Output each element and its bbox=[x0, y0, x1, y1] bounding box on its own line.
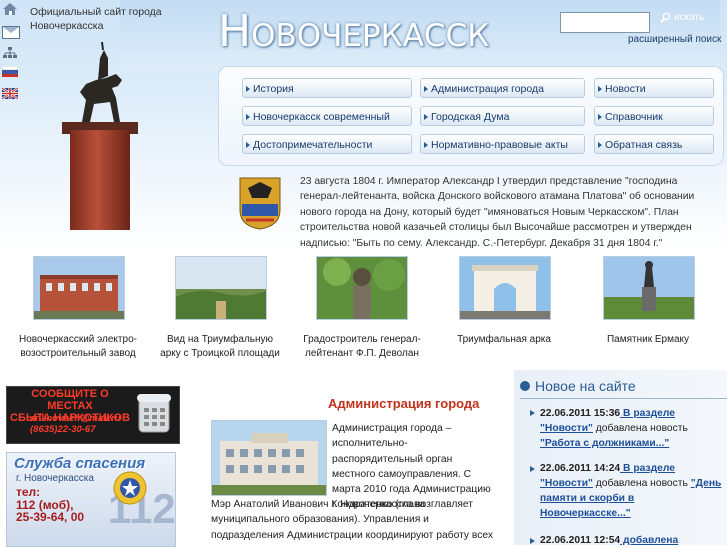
site-subtitle-line2: Новочеркасска bbox=[30, 20, 104, 32]
advanced-search-link[interactable]: расширенный поиск bbox=[628, 34, 721, 45]
nav-feedback[interactable]: Обратная связь bbox=[594, 134, 714, 154]
whats-new-title-text: Новое на сайте bbox=[535, 378, 636, 394]
search-button[interactable]: искать bbox=[660, 12, 704, 23]
nav-modern-city[interactable]: Новочеркасск современный bbox=[242, 106, 412, 126]
news-date: 22.06.2011 14:24 bbox=[540, 463, 621, 474]
nav-city-duma[interactable]: Городская Дума bbox=[420, 106, 585, 126]
caption-line: Памятник Ермаку bbox=[606, 334, 690, 345]
caption-line: Вид на Триумфальную bbox=[166, 334, 274, 345]
caption-line: возостроительный завод bbox=[20, 348, 136, 359]
arrow-icon bbox=[530, 538, 535, 544]
photo-triumphal-arch-view[interactable] bbox=[175, 256, 267, 320]
rescue-emblem-icon bbox=[113, 471, 147, 505]
coat-of-arms-icon bbox=[239, 177, 281, 230]
admin-description-cont: Мэр Анатолий Иванович Кондратенко (глава… bbox=[211, 499, 494, 541]
rescue-phone2: 25-39-64, 00 bbox=[16, 510, 85, 524]
news-date: 22.06.2011 12:54 bbox=[540, 535, 621, 546]
rescue-city: г. Новочеркасска bbox=[16, 473, 94, 484]
caption-line: Новочеркасский электро- bbox=[19, 334, 137, 345]
rescue-title: Служба спасения bbox=[14, 455, 146, 472]
news-headline-link[interactable]: "Работа с должниками..." bbox=[540, 438, 669, 449]
drug-banner-contacts: anknovoch@mail.ru (8635)22-30-67 bbox=[30, 413, 121, 435]
search-icon bbox=[660, 12, 671, 23]
admin-section-title[interactable]: Администрация города bbox=[328, 396, 479, 411]
nav-history[interactable]: История bbox=[242, 78, 412, 98]
admin-building-photo[interactable] bbox=[211, 420, 327, 496]
mail-icon[interactable] bbox=[2, 26, 20, 39]
flag-uk-icon[interactable] bbox=[2, 88, 18, 99]
sitemap-icon[interactable] bbox=[2, 46, 18, 60]
rescue-phones: тел: 112 (моб), 25-39-64, 00 bbox=[16, 486, 84, 524]
nav-directory[interactable]: Справочник bbox=[594, 106, 714, 126]
bullet-icon bbox=[520, 381, 530, 391]
caption-line: арку с Троицкой площади bbox=[160, 348, 280, 359]
nav-administration[interactable]: Администрация города bbox=[420, 78, 585, 98]
news-item: 22.06.2011 14:24 В разделе "Новости" доб… bbox=[540, 461, 725, 521]
caption-arch-view[interactable]: Вид на Триумфальную арку с Троицкой площ… bbox=[156, 333, 284, 361]
news-date: 22.06.2011 15:36 bbox=[540, 408, 621, 419]
caption-line: лейтенант Ф.П. Деволан bbox=[305, 348, 419, 359]
news-link-section[interactable]: В разделе bbox=[620, 463, 675, 474]
news-section[interactable]: "Новости" bbox=[540, 423, 593, 434]
arrow-icon bbox=[530, 466, 535, 472]
caption-line: Триумфальная арка bbox=[457, 334, 551, 345]
nav-sights[interactable]: Достопримечательности bbox=[242, 134, 412, 154]
news-mid: добавлена новость bbox=[592, 478, 691, 489]
search-input[interactable] bbox=[560, 12, 650, 33]
drug-banner-line1: СООБЩИТЕ О МЕСТАХ bbox=[31, 388, 109, 412]
news-item: 22.06.2011 12:54 добавлена bbox=[540, 533, 725, 548]
arrow-icon bbox=[530, 410, 535, 416]
monument-pedestal bbox=[70, 130, 130, 230]
whats-new-title: Новое на сайте bbox=[520, 378, 636, 394]
caption-triumphal-arch[interactable]: Триумфальная арка bbox=[440, 333, 568, 347]
platov-monument-image bbox=[80, 41, 122, 122]
photo-devolan-monument[interactable] bbox=[316, 256, 408, 320]
drug-banner-email: anknovoch@mail.ru bbox=[30, 413, 121, 424]
caption-devolan[interactable]: Градостроитель генерал- лейтенант Ф.П. Д… bbox=[298, 333, 426, 361]
site-logo[interactable]: Новочеркасск bbox=[218, 6, 489, 57]
news-item: 22.06.2011 15:36 В разделе "Новости" доб… bbox=[540, 406, 725, 451]
site-subtitle-line1: Официальный сайт города bbox=[30, 6, 162, 18]
city-history-intro: 23 августа 1804 г. Император Александр I… bbox=[300, 176, 695, 249]
home-icon[interactable] bbox=[2, 2, 18, 16]
nav-legal-acts[interactable]: Нормативно-правовые акты bbox=[420, 134, 585, 154]
drug-banner-phone: (8635)22-30-67 bbox=[30, 424, 96, 435]
photo-electric-locomotive-plant[interactable] bbox=[33, 256, 125, 320]
news-mid: добавлена новость bbox=[592, 423, 688, 434]
site-subtitle: Официальный сайт города Новочеркасска bbox=[30, 5, 162, 33]
divider bbox=[520, 398, 727, 399]
caption-yermak[interactable]: Памятник Ермаку bbox=[584, 333, 712, 347]
search-button-label: искать bbox=[674, 12, 705, 23]
caption-electric-plant[interactable]: Новочеркасский электро- возостроительный… bbox=[14, 333, 142, 361]
news-link-section[interactable]: добавлена bbox=[620, 535, 678, 546]
photo-yermak-monument[interactable] bbox=[603, 256, 695, 320]
photo-triumphal-arch[interactable] bbox=[459, 256, 551, 320]
caption-line: Градостроитель генерал- bbox=[303, 334, 421, 345]
telephone-icon bbox=[137, 394, 171, 433]
news-link-section[interactable]: В разделе bbox=[620, 408, 675, 419]
nav-news[interactable]: Новости bbox=[594, 78, 714, 98]
rescue-tel-label: тел: bbox=[16, 485, 41, 499]
flag-ru-icon[interactable] bbox=[2, 66, 18, 77]
news-section[interactable]: "Новости" bbox=[540, 478, 593, 489]
